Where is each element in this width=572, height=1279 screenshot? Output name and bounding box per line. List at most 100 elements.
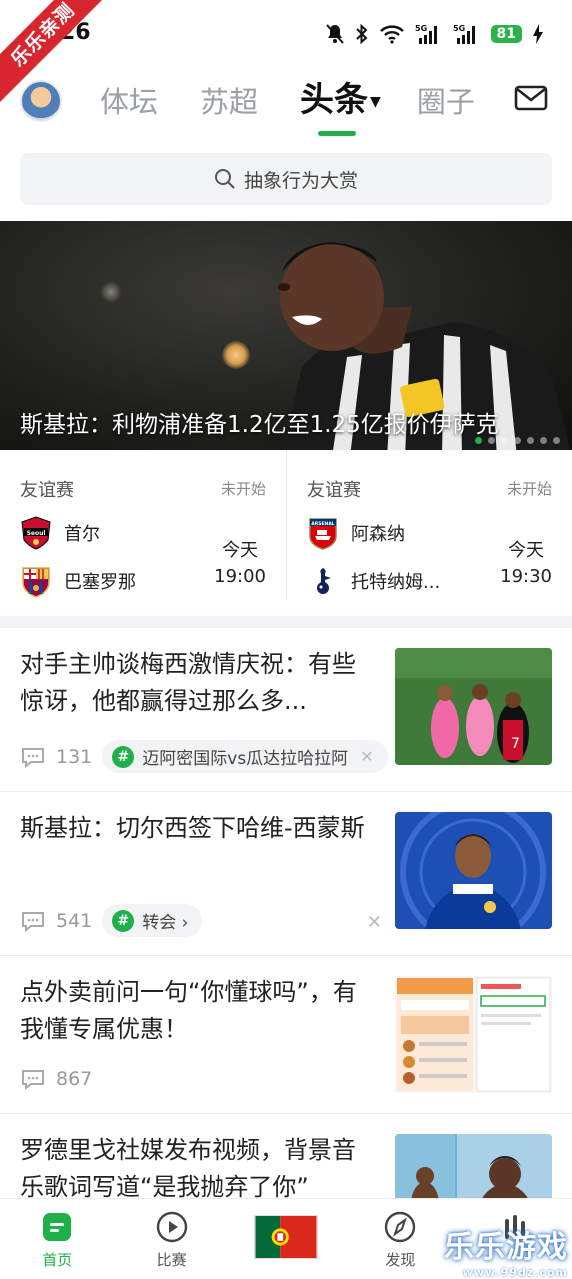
- match-competition: 友谊赛: [20, 480, 74, 501]
- headline-banner[interactable]: 斯基拉：利物浦准备1.2亿至1.25亿报价伊萨克: [0, 221, 572, 450]
- wifi-icon: [379, 25, 404, 44]
- tab-active-indicator: [318, 130, 357, 136]
- article-title: 对手主帅谈梅西激情庆祝：有些惊讶，他都赢得过那么多...: [20, 650, 356, 715]
- tab-suchao[interactable]: 苏超: [200, 80, 258, 124]
- tottenham-crest-icon: [317, 568, 331, 594]
- home-team-name: 首尔: [64, 524, 100, 545]
- tag-close-icon[interactable]: ✕: [360, 747, 373, 766]
- article-title: 点外卖前问一句“你懂球吗”，有我懂专属优惠！: [20, 978, 357, 1043]
- carousel-dot[interactable]: [514, 437, 521, 444]
- mail-icon[interactable]: [514, 84, 548, 112]
- status-icons: 5G 5G 81: [325, 20, 544, 48]
- search-icon: [214, 169, 235, 189]
- svg-text:7: 7: [511, 736, 520, 752]
- fc-seoul-crest-icon: Seoul: [21, 516, 51, 550]
- corner-badge: 乐乐亲测: [0, 0, 110, 110]
- stadium-light: [100, 281, 122, 303]
- away-team: 巴塞罗那: [20, 564, 136, 598]
- charging-icon: [533, 24, 543, 44]
- watermark-logo: 乐乐游戏 www.99dz.com: [444, 1222, 568, 1279]
- tab-headlines[interactable]: 头条 ▼: [300, 78, 381, 136]
- play-icon: [156, 1211, 187, 1243]
- home-team: Seoul 首尔: [20, 516, 100, 550]
- article-meta: 131 # 迈阿密国际vs瓜达拉哈拉阿 ✕: [20, 740, 388, 773]
- topic-tag-label: 迈阿密国际vs瓜达拉哈拉阿: [142, 749, 349, 769]
- svg-text:ARSENAL: ARSENAL: [311, 521, 335, 527]
- nav-discover[interactable]: 发现: [343, 1199, 457, 1279]
- home-team-name: 阿森纳: [351, 524, 405, 545]
- svg-text:5G: 5G: [453, 24, 465, 33]
- comment-icon: [22, 911, 44, 932]
- svg-text:5G: 5G: [415, 24, 427, 33]
- tab-label: 圈子: [416, 84, 475, 119]
- hash-icon: #: [112, 909, 135, 932]
- nav-matches[interactable]: 比赛: [114, 1199, 228, 1279]
- topic-tag[interactable]: # 迈阿密国际vs瓜达拉哈拉阿 ✕: [102, 740, 388, 773]
- article-item[interactable]: 点外卖前问一句“你懂球吗”，有我懂专属优惠！ 867: [0, 956, 572, 1114]
- topic-tag[interactable]: # 转会 ›: [102, 904, 203, 937]
- tab-circle[interactable]: 圈子: [417, 80, 475, 124]
- article-thumbnail: 7: [395, 648, 552, 765]
- watermark-url: www.99dz.com: [462, 1266, 568, 1279]
- comment-count: 541: [56, 909, 93, 932]
- banner-title: 斯基拉：利物浦准备1.2亿至1.25亿报价伊萨克: [20, 412, 499, 438]
- article-meta: 541 # 转会 ›: [20, 904, 203, 937]
- topic-tag-label: 转会 ›: [142, 913, 189, 933]
- match-card[interactable]: 友谊赛 未开始 ARSENAL 阿森纳 托特纳姆... 今天 19:30: [286, 450, 572, 600]
- away-team-name: 托特纳姆...: [351, 572, 441, 593]
- away-team: 托特纳姆...: [307, 564, 440, 598]
- article-meta: 867: [20, 1068, 92, 1090]
- discover-icon: [385, 1211, 416, 1243]
- nav-home-label: 首页: [42, 1251, 73, 1269]
- corner-badge-text: 乐乐亲测: [0, 0, 110, 108]
- kickoff-clock: 19:00: [214, 566, 266, 587]
- comment-icon: [22, 1070, 44, 1090]
- news-feed: 对手主帅谈梅西激情庆祝：有些惊讶，他都赢得过那么多... 7 131 # 迈阿密…: [0, 628, 572, 1251]
- nav-home[interactable]: 首页: [0, 1199, 114, 1279]
- channel-tabs: 体坛 苏超 头条 ▼ 圈子: [100, 78, 517, 136]
- carousel-dots: [475, 437, 560, 444]
- portugal-flag-icon: [254, 1215, 319, 1259]
- article-thumbnail: [395, 976, 552, 1093]
- match-competition: 友谊赛: [307, 480, 361, 501]
- stadium-light: [222, 341, 250, 369]
- carousel-dot[interactable]: [475, 437, 482, 444]
- comment-count: 867: [56, 1068, 93, 1090]
- nav-featured[interactable]: [229, 1199, 343, 1279]
- carousel-dot[interactable]: [540, 437, 547, 444]
- article-item[interactable]: 斯基拉：切尔西签下哈维-西蒙斯 541 # 转会 › ✕: [0, 792, 572, 956]
- tab-label: 头条: [300, 80, 369, 120]
- home-team: ARSENAL 阿森纳: [307, 516, 405, 550]
- match-state: 未开始: [506, 480, 552, 498]
- carousel-dot[interactable]: [488, 437, 495, 444]
- away-team-name: 巴塞罗那: [64, 572, 136, 593]
- fc-barcelona-crest-icon: [22, 567, 50, 598]
- carousel-dot[interactable]: [527, 437, 534, 444]
- svg-text:Seoul: Seoul: [27, 530, 46, 537]
- carousel-dot[interactable]: [553, 437, 560, 444]
- match-cards: 友谊赛 未开始 Seoul 首尔 巴塞罗那 今天 19:00 友谊赛 未开始 A…: [0, 450, 572, 618]
- match-card[interactable]: 友谊赛 未开始 Seoul 首尔 巴塞罗那 今天 19:00: [0, 450, 286, 600]
- kickoff-time: 今天 19:00: [214, 538, 266, 590]
- nav-discover-label: 发现: [385, 1251, 416, 1269]
- caret-down-icon: ▼: [370, 93, 381, 110]
- comment-icon: [22, 747, 44, 768]
- kickoff-day: 今天: [508, 540, 545, 561]
- home-icon: [43, 1213, 72, 1241]
- kickoff-clock: 19:30: [500, 566, 552, 587]
- arsenal-crest-icon: ARSENAL: [309, 518, 337, 550]
- bluetooth-icon: [355, 23, 367, 45]
- dismiss-icon[interactable]: ✕: [367, 912, 382, 933]
- signal-5g-icon-2: 5G: [453, 24, 475, 44]
- nav-matches-label: 比赛: [156, 1251, 187, 1269]
- mute-bell-icon: [325, 24, 344, 44]
- carousel-dot[interactable]: [501, 437, 508, 444]
- comment-count: 131: [56, 745, 93, 768]
- kickoff-time: 今天 19:30: [500, 538, 552, 590]
- article-title: 罗德里戈社媒发布视频，背景音乐歌词写道“是我抛弃了你”: [20, 1136, 356, 1201]
- article-item[interactable]: 对手主帅谈梅西激情庆祝：有些惊讶，他都赢得过那么多... 7 131 # 迈阿密…: [0, 628, 572, 792]
- status-bar: 乐乐亲测 26 5G 5G 81: [0, 0, 572, 108]
- match-state: 未开始: [220, 480, 266, 498]
- search-bar[interactable]: 抽象行为大赏: [20, 153, 552, 205]
- article-title: 斯基拉：切尔西签下哈维-西蒙斯: [20, 814, 365, 842]
